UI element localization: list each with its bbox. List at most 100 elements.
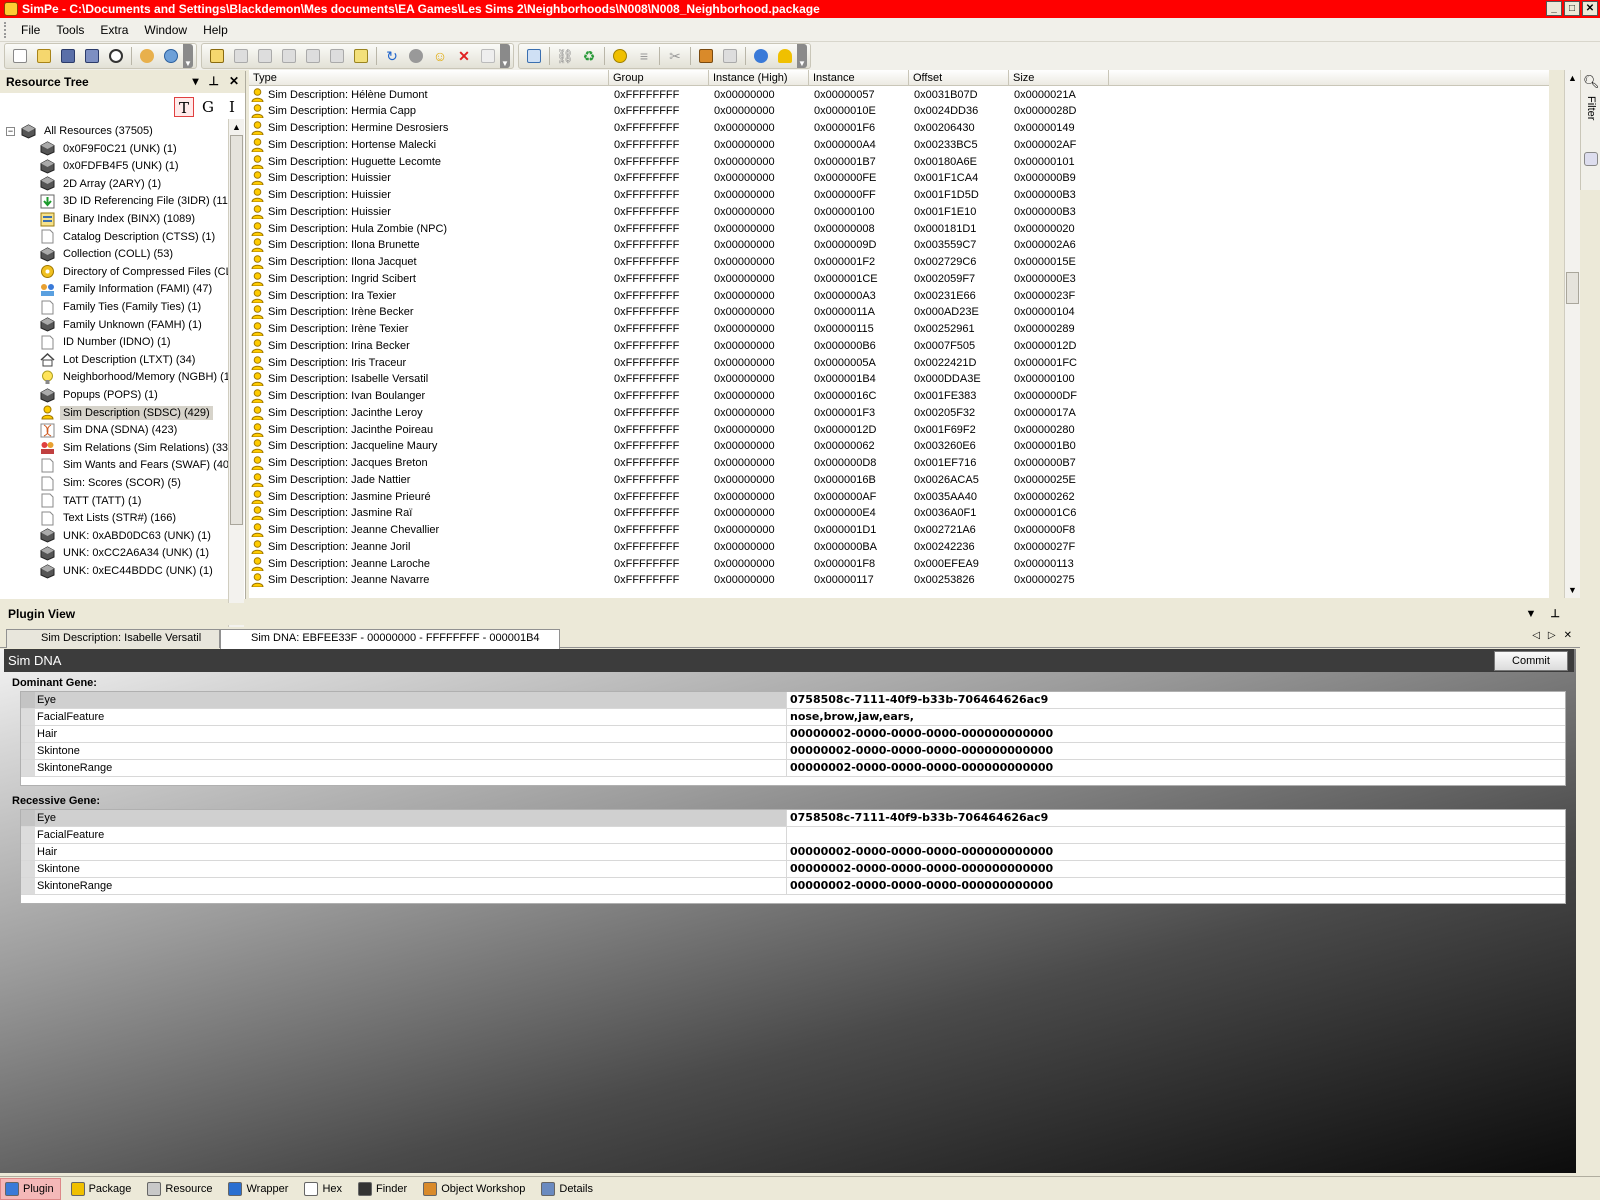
resource-row[interactable]: Sim Description: Jacqueline Maury 0xFFFFF… — [249, 438, 1529, 455]
resource-row[interactable]: Sim Description: Jeanne Navarre 0xFFFFFFF… — [249, 572, 1529, 589]
resource-row[interactable]: Sim Description: Jacinthe Poireau 0xFFFFF… — [249, 421, 1529, 438]
list-scroll-up-icon[interactable]: ▲ — [1565, 70, 1580, 86]
resource-row[interactable]: Sim Description: Huissier 0xFFFFFFFF 0x000… — [249, 170, 1529, 187]
panel-dropdown-icon[interactable]: ▾ — [192, 74, 198, 88]
rock-icon[interactable] — [405, 46, 427, 66]
gene-property-value[interactable] — [787, 827, 1565, 843]
column-group[interactable]: Group — [609, 70, 709, 86]
bottom-tab-details[interactable]: Details — [537, 1178, 599, 1200]
clone-icon[interactable] — [278, 46, 300, 66]
save-disk-icon[interactable] — [57, 46, 79, 66]
tree-item[interactable]: Sim DNA (SDNA) (423) — [40, 421, 180, 439]
picture-icon[interactable] — [719, 46, 741, 66]
pin-icon[interactable]: ⊥ — [208, 74, 218, 88]
globe-icon[interactable] — [160, 46, 182, 66]
dominant-gene-row[interactable]: Hair 00000002-0000-0000-0000-000000000000 — [21, 726, 1565, 743]
list-vertical-scrollbar[interactable]: ▲ ▼ — [1564, 70, 1580, 598]
recessive-gene-row[interactable]: Hair 00000002-0000-0000-0000-000000000000 — [21, 844, 1565, 861]
tree-item[interactable]: Sim Wants and Fears (SWAF) (408) — [40, 456, 228, 474]
save-as-icon[interactable] — [81, 46, 103, 66]
tab-sim-description[interactable]: Sim Description: Isabelle Versatil — [6, 629, 220, 648]
sims-icon[interactable] — [136, 46, 158, 66]
gene-property-value[interactable]: nose,brow,jaw,ears, — [787, 709, 1565, 725]
column-instance[interactable]: Instance — [809, 70, 909, 86]
close-panel-icon[interactable]: ✕ — [229, 74, 239, 88]
tree-item[interactable]: 3D ID Referencing File (3IDR) (114 — [40, 192, 228, 210]
resource-row[interactable]: Sim Description: Huguette Lecomte 0xFFFFF… — [249, 153, 1529, 170]
paste-icon[interactable] — [326, 46, 348, 66]
toolbar-overflow-icon-3[interactable]: ▼ — [797, 44, 807, 68]
tab-sim-dna[interactable]: Sim DNA: EBFEE33F - 00000000 - FFFFFFFF … — [220, 629, 560, 649]
recycle-icon[interactable]: ♻ — [578, 46, 600, 66]
tab-close-icon[interactable]: ✕ — [1564, 630, 1572, 641]
open-folder-icon[interactable] — [33, 46, 55, 66]
resource-row[interactable]: Sim Description: Ira Texier 0xFFFFFFFF 0x0… — [249, 287, 1529, 304]
tab-next-icon[interactable]: ▷ — [1548, 630, 1556, 641]
refresh-icon[interactable]: ↻ — [381, 46, 403, 66]
gene-property-value[interactable]: 0758508c-7111-40f9-b33b-706464626ac9 — [787, 810, 1565, 826]
resource-row[interactable]: Sim Description: Ivan Boulanger 0xFFFFFFF… — [249, 388, 1529, 405]
bottom-tab-hex[interactable]: Hex — [300, 1178, 348, 1200]
collapse-icon[interactable]: − — [6, 126, 15, 136]
recessive-gene-row[interactable]: FacialFeature — [21, 827, 1565, 844]
column-instance-high[interactable]: Instance (High) — [709, 70, 809, 86]
resource-row[interactable]: Sim Description: Jade Nattier 0xFFFFFFFF 0… — [249, 471, 1529, 488]
resource-row[interactable]: Sim Description: Jasmine Raï 0xFFFFFFFF 0x… — [249, 505, 1529, 522]
tree-item[interactable]: ID Number (IDNO) (1) — [40, 333, 174, 351]
import-icon[interactable] — [206, 46, 228, 66]
menu-tools[interactable]: Tools — [48, 19, 92, 41]
badge-icon[interactable] — [609, 46, 631, 66]
type-toggle-button[interactable]: T — [174, 97, 194, 117]
instance-toggle-button[interactable]: I — [222, 97, 242, 117]
recessive-gene-row[interactable]: Eye 0758508c-7111-40f9-b33b-706464626ac9 — [21, 810, 1565, 827]
tree-item[interactable]: Family Unknown (FAMH) (1) — [40, 316, 205, 334]
magnifier-icon[interactable]: 🔍︎ — [1583, 74, 1600, 90]
bottom-tab-resource[interactable]: Resource — [143, 1178, 218, 1200]
commit-button[interactable]: Commit — [1494, 651, 1568, 671]
column-type[interactable]: Type — [249, 70, 609, 86]
smiley-icon[interactable]: ☺ — [429, 46, 451, 66]
scroll-up-icon[interactable]: ▲ — [229, 119, 244, 135]
toolbar-overflow-icon-2[interactable]: ▼ — [500, 44, 510, 68]
replace-icon[interactable] — [254, 46, 276, 66]
tree-item[interactable]: 2D Array (2ARY) (1) — [40, 175, 164, 193]
tree-item[interactable]: Neighborhood/Memory (NGBH) (1) — [40, 368, 228, 386]
resource-row[interactable]: Sim Description: Hortense Malecki 0xFFFFF… — [249, 136, 1529, 153]
new-file-icon[interactable] — [9, 46, 31, 66]
minimize-button[interactable]: _ — [1546, 1, 1562, 16]
resource-row[interactable]: Sim Description: Huissier 0xFFFFFFFF 0x000… — [249, 187, 1529, 204]
toolbar-overflow-icon[interactable]: ▼ — [183, 44, 193, 68]
group-toggle-button[interactable]: G — [198, 97, 218, 117]
tree-item[interactable]: TATT (TATT) (1) — [40, 492, 144, 510]
resource-row[interactable]: Sim Description: Hermia Capp 0xFFFFFFFF 0x… — [249, 103, 1529, 120]
resource-row[interactable]: Sim Description: Irène Texier 0xFFFFFFFF 0… — [249, 321, 1529, 338]
link-icon[interactable]: ⛓ — [554, 46, 576, 66]
gene-property-value[interactable]: 00000002-0000-0000-0000-000000000000 — [787, 878, 1565, 894]
dominant-gene-row[interactable]: FacialFeature nose,brow,jaw,ears, — [21, 709, 1565, 726]
tree-item[interactable]: 0x0F9F0C21 (UNK) (1) — [40, 140, 180, 158]
gene-property-value[interactable]: 00000002-0000-0000-0000-000000000000 — [787, 861, 1565, 877]
resource-row[interactable]: Sim Description: Ilona Brunette 0xFFFFFFF… — [249, 237, 1529, 254]
dominant-gene-row[interactable]: SkintoneRange 00000002-0000-0000-0000-000… — [21, 760, 1565, 777]
tree-item[interactable]: Collection (COLL) (53) — [40, 245, 176, 263]
resource-row[interactable]: Sim Description: Hélène Dumont 0xFFFFFFFF… — [249, 86, 1529, 103]
bottom-tab-object-workshop[interactable]: Object Workshop — [419, 1178, 531, 1200]
tree-item[interactable]: Catalog Description (CTSS) (1) — [40, 228, 218, 246]
resource-row[interactable]: Sim Description: Huissier 0xFFFFFFFF 0x000… — [249, 203, 1529, 220]
wrench-icon[interactable]: ✂ — [664, 46, 686, 66]
plugin-dropdown-icon[interactable]: ▼ — [1526, 603, 1537, 625]
close-window-button[interactable]: ✕ — [1582, 1, 1598, 16]
maximize-button[interactable]: □ — [1564, 1, 1580, 16]
dominant-gene-row[interactable]: Eye 0758508c-7111-40f9-b33b-706464626ac9 — [21, 692, 1565, 709]
resource-row[interactable]: Sim Description: Jeanne Chevallier 0xFFFF… — [249, 522, 1529, 539]
resource-row[interactable]: Sim Description: Hula Zombie (NPC) 0xFFFF… — [249, 220, 1529, 237]
tab-prev-icon[interactable]: ◁ — [1532, 630, 1540, 641]
resource-row[interactable]: Sim Description: Ingrid Scibert 0xFFFFFFF… — [249, 270, 1529, 287]
dominant-gene-row[interactable]: Skintone 00000002-0000-0000-0000-00000000… — [21, 743, 1565, 760]
recessive-gene-row[interactable]: SkintoneRange 00000002-0000-0000-0000-000… — [21, 878, 1565, 895]
tree-item[interactable]: UNK: 0xABD0DC63 (UNK) (1) — [40, 527, 214, 545]
resource-row[interactable]: Sim Description: Jacques Breton 0xFFFFFFF… — [249, 455, 1529, 472]
menu-file[interactable]: File — [13, 19, 48, 41]
resource-row[interactable]: Sim Description: Irina Becker 0xFFFFFFFF 0… — [249, 337, 1529, 354]
close-file-icon[interactable] — [105, 46, 127, 66]
